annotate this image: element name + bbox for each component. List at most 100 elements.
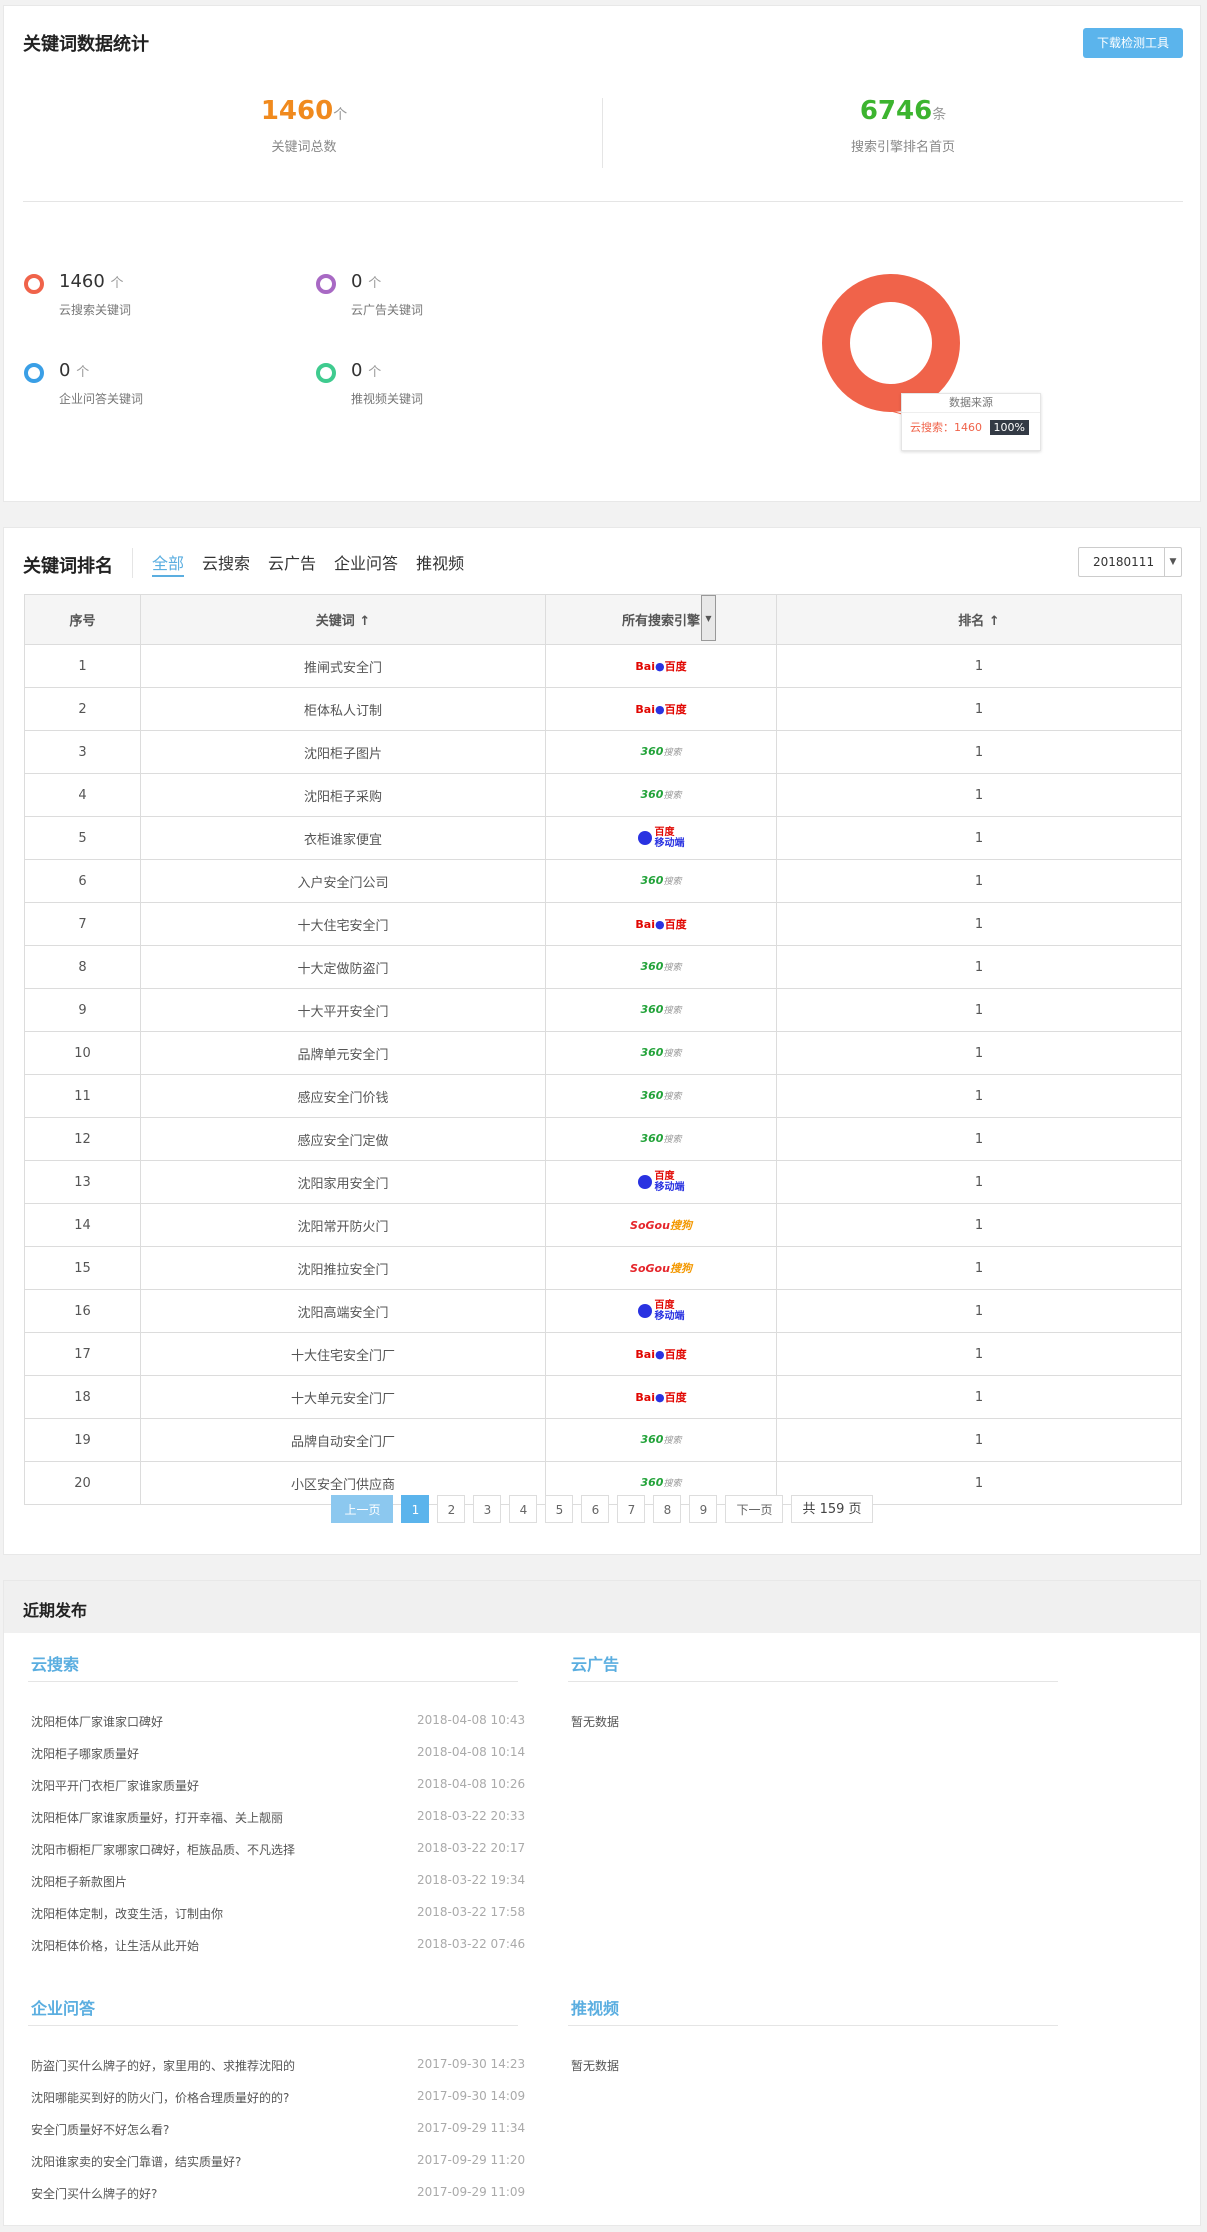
sogou-logo-icon: SoGou搜狗 bbox=[630, 1261, 692, 1275]
tab-video[interactable]: 推视频 bbox=[416, 554, 464, 573]
row-index: 19 bbox=[24, 1418, 141, 1462]
row-keyword: 沈阳柜子图片 bbox=[140, 730, 546, 774]
ranking-tabs: 全部 云搜索 云广告 企业问答 推视频 bbox=[152, 550, 482, 577]
row-keyword: 衣柜谁家便宜 bbox=[140, 816, 546, 860]
legend-ring-icon bbox=[316, 363, 336, 383]
news-link[interactable]: 沈阳谁家卖的安全门靠谱，结实质量好? bbox=[31, 2153, 241, 2170]
sort-arrow-icon[interactable]: ↑ bbox=[359, 614, 370, 629]
row-rank: 1 bbox=[776, 644, 1182, 688]
row-index: 3 bbox=[24, 730, 141, 774]
baidu-logo-icon: Bai●百度 bbox=[635, 659, 687, 673]
stats-title: 关键词数据统计 bbox=[23, 34, 149, 55]
col-engine[interactable]: 所有搜索引擎 ▼ bbox=[545, 594, 777, 645]
total-keywords-stat: 1460个 关键词总数 bbox=[4, 96, 604, 155]
page-button[interactable]: 3 bbox=[473, 1495, 502, 1523]
row-rank: 1 bbox=[776, 1418, 1182, 1462]
page-button[interactable]: 6 bbox=[581, 1495, 610, 1523]
row-engine: Bai●百度 bbox=[545, 644, 777, 688]
row-keyword: 品牌单元安全门 bbox=[140, 1031, 546, 1075]
table-row: 7 十大住宅安全门 Bai●百度 1 bbox=[24, 902, 1182, 946]
news-link[interactable]: 沈阳柜体价格，让生活从此开始 bbox=[31, 1937, 199, 1954]
news-link[interactable]: 安全门质量好不好怎么看? bbox=[31, 2121, 169, 2138]
row-engine: 360搜索 bbox=[545, 773, 777, 817]
row-rank: 1 bbox=[776, 902, 1182, 946]
360-search-logo-icon: 360搜索 bbox=[640, 1046, 682, 1059]
section-title[interactable]: 推视频 bbox=[571, 1995, 619, 2019]
row-rank: 1 bbox=[776, 988, 1182, 1032]
page-button[interactable]: 2 bbox=[437, 1495, 466, 1523]
col-index: 序号 bbox=[24, 594, 141, 645]
first-page-unit: 条 bbox=[932, 107, 947, 123]
pagination: 上一页 1 2 3 4 5 6 7 8 9 下一页共 159 页 bbox=[4, 1495, 1200, 1523]
keyword-stats-card: 关键词数据统计 下载检测工具 1460个 关键词总数 6746条 搜索引擎排名首… bbox=[3, 5, 1201, 502]
date-select-value: 20180111 bbox=[1093, 555, 1155, 569]
news-link[interactable]: 安全门买什么牌子的好? bbox=[31, 2185, 157, 2202]
page-button[interactable]: 4 bbox=[509, 1495, 538, 1523]
row-keyword: 沈阳推拉安全门 bbox=[140, 1246, 546, 1290]
baidu-mobile-logo-icon: 百度 移动端 bbox=[637, 827, 685, 849]
tab-cloud-search[interactable]: 云搜索 bbox=[202, 554, 250, 573]
news-link[interactable]: 沈阳柜子哪家质量好 bbox=[31, 1745, 139, 1762]
page-button[interactable]: 5 bbox=[545, 1495, 574, 1523]
tab-cloud-ad[interactable]: 云广告 bbox=[268, 554, 316, 573]
table-row: 12 感应安全门定做 360搜索 1 bbox=[24, 1117, 1182, 1161]
news-link[interactable]: 沈阳柜子新款图片 bbox=[31, 1873, 127, 1890]
page-button[interactable]: 9 bbox=[689, 1495, 718, 1523]
section-title[interactable]: 企业问答 bbox=[31, 1995, 95, 2019]
table-row: 9 十大平开安全门 360搜索 1 bbox=[24, 988, 1182, 1032]
tooltip-label: 云搜索：1460 bbox=[910, 421, 982, 434]
col-rank[interactable]: 排名 ↑ bbox=[776, 594, 1182, 645]
page-button[interactable]: 1 bbox=[401, 1495, 430, 1523]
table-row: 8 十大定做防盗门 360搜索 1 bbox=[24, 945, 1182, 989]
row-rank: 1 bbox=[776, 1117, 1182, 1161]
row-rank: 1 bbox=[776, 945, 1182, 989]
chart-tooltip: 数据来源 云搜索：1460 100% bbox=[901, 393, 1041, 451]
news-link[interactable]: 沈阳柜体厂家谁家口碑好 bbox=[31, 1713, 163, 1730]
news-link[interactable]: 沈阳柜体厂家谁家质量好，打开幸福、关上靓丽 bbox=[31, 1809, 283, 1826]
section-divider bbox=[568, 2025, 1058, 2026]
row-rank: 1 bbox=[776, 1332, 1182, 1376]
section-title[interactable]: 云广告 bbox=[571, 1651, 619, 1675]
360-search-logo-icon: 360搜索 bbox=[640, 1003, 682, 1016]
page-button[interactable]: 7 bbox=[617, 1495, 646, 1523]
row-index: 1 bbox=[24, 644, 141, 688]
360-search-logo-icon: 360搜索 bbox=[640, 1132, 682, 1145]
row-engine: Bai●百度 bbox=[545, 687, 777, 731]
row-index: 16 bbox=[24, 1289, 141, 1333]
total-keywords-unit: 个 bbox=[333, 107, 348, 123]
news-link[interactable]: 沈阳市橱柜厂家哪家口碑好，柜族品质、不凡选择 bbox=[31, 1841, 295, 1858]
table-row: 4 沈阳柜子采购 360搜索 1 bbox=[24, 773, 1182, 817]
row-engine: 百度 移动端 bbox=[545, 1289, 777, 1333]
row-engine: 360搜索 bbox=[545, 859, 777, 903]
news-link[interactable]: 防盗门买什么牌子的好，家里用的、求推荐沈阳的 bbox=[31, 2057, 295, 2074]
prev-page-button[interactable]: 上一页 bbox=[331, 1495, 394, 1523]
tab-qa[interactable]: 企业问答 bbox=[334, 554, 398, 573]
row-rank: 1 bbox=[776, 1074, 1182, 1118]
download-tool-button[interactable]: 下载检测工具 bbox=[1083, 28, 1183, 58]
baidu-logo-icon: Bai●百度 bbox=[635, 702, 687, 716]
tab-all[interactable]: 全部 bbox=[152, 554, 185, 577]
table-row: 17 十大住宅安全门厂 Bai●百度 1 bbox=[24, 1332, 1182, 1376]
table-row: 19 品牌自动安全门厂 360搜索 1 bbox=[24, 1418, 1182, 1462]
engine-filter-dropdown-icon[interactable]: ▼ bbox=[701, 595, 716, 641]
table-row: 13 沈阳家用安全门 百度 移动端 1 bbox=[24, 1160, 1182, 1204]
table-row: 15 沈阳推拉安全门 SoGou搜狗 1 bbox=[24, 1246, 1182, 1290]
row-index: 15 bbox=[24, 1246, 141, 1290]
recent-title: 近期发布 bbox=[23, 1601, 88, 1620]
news-link[interactable]: 沈阳柜体定制，改变生活，订制由你 bbox=[31, 1905, 223, 1922]
section-title[interactable]: 云搜索 bbox=[31, 1651, 79, 1675]
news-link[interactable]: 沈阳哪能买到好的防火门，价格合理质量好的的? bbox=[31, 2089, 289, 2106]
recent-header: 近期发布 bbox=[4, 1581, 1200, 1633]
date-select[interactable]: 20180111 ▼ bbox=[1078, 547, 1182, 577]
news-date: 2018-03-22 20:33 bbox=[417, 1809, 526, 1823]
baidu-logo-icon: Bai●百度 bbox=[635, 1347, 687, 1361]
360-search-logo-icon: 360搜索 bbox=[640, 788, 682, 801]
row-keyword: 沈阳高端安全门 bbox=[140, 1289, 546, 1333]
news-link[interactable]: 沈阳平开门衣柜厂家谁家质量好 bbox=[31, 1777, 199, 1794]
row-engine: 360搜索 bbox=[545, 1418, 777, 1462]
next-page-button[interactable]: 下一页 bbox=[725, 1495, 784, 1523]
row-keyword: 沈阳家用安全门 bbox=[140, 1160, 546, 1204]
sort-arrow-icon[interactable]: ↑ bbox=[989, 614, 1000, 629]
page-button[interactable]: 8 bbox=[653, 1495, 682, 1523]
col-keyword[interactable]: 关键词 ↑ bbox=[140, 594, 546, 645]
